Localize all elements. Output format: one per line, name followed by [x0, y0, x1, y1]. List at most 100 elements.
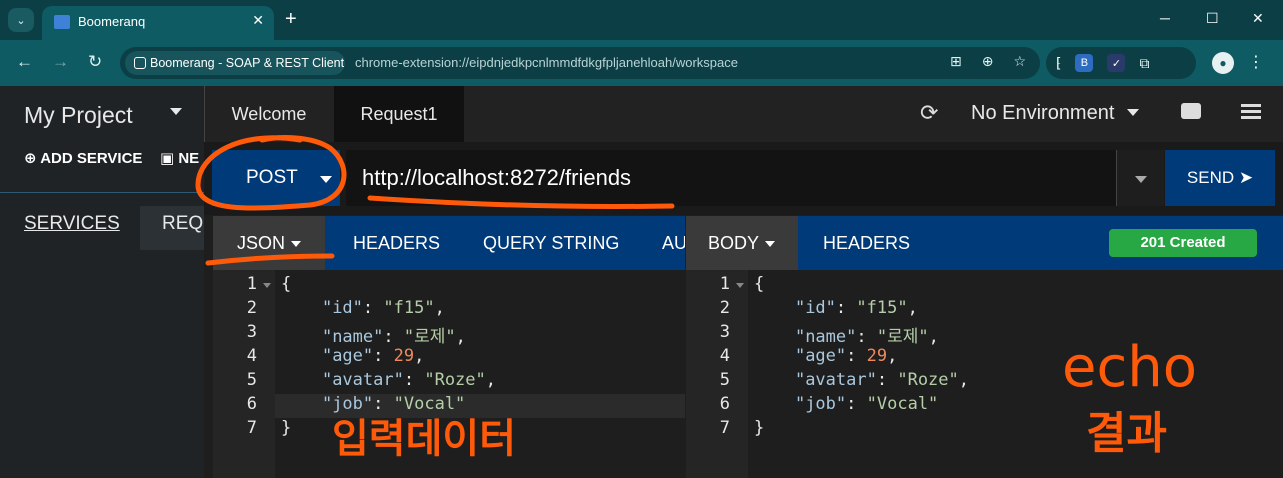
add-new-button[interactable]: ▣ NE [160, 149, 199, 167]
extension-icon [134, 57, 146, 69]
tab-services[interactable]: SERVICES [0, 206, 140, 250]
tab-auth[interactable]: AU [662, 216, 685, 270]
tab-close-icon[interactable]: ✕ [252, 12, 264, 29]
chevron-down-icon [1135, 176, 1147, 183]
forward-icon[interactable]: → [52, 52, 69, 72]
line-number: 7 [719, 418, 730, 438]
browser-menu-icon[interactable]: ⋮ [1248, 52, 1264, 72]
tab-favicon-icon [54, 15, 70, 29]
request-code-line: } [281, 418, 292, 438]
request-code-line: "job": "Vocal" [321, 394, 466, 414]
minimize-icon[interactable]: ─ [1160, 10, 1170, 26]
response-code-line: "avatar": "Roze", [794, 370, 970, 390]
line-number: 2 [246, 298, 257, 318]
chat-icon[interactable] [1181, 103, 1201, 119]
line-number: 1 [246, 274, 257, 294]
project-title[interactable]: My Project [24, 102, 133, 129]
environment-dropdown-icon[interactable] [1127, 109, 1139, 116]
response-code-line: "age": 29, [794, 346, 898, 366]
tab-requests[interactable]: REQU [140, 206, 204, 250]
tab-search-icon[interactable]: ⌄ [8, 8, 34, 32]
tab-request1[interactable]: Request1 [334, 86, 464, 142]
response-pane: BODY HEADERS 201 Created 1 2 3 4 5 6 7 {… [686, 216, 1283, 478]
fold-icon[interactable] [736, 283, 744, 288]
method-dropdown-icon [320, 176, 332, 183]
line-number: 3 [719, 322, 730, 342]
window-close-icon[interactable]: ✕ [1252, 10, 1264, 27]
fold-icon[interactable] [263, 283, 271, 288]
site-info-chip[interactable]: Boomerang - SOAP & REST Client [125, 51, 345, 75]
request-body-pane: JSON HEADERS QUERY STRING AU 1 2 3 4 5 6… [213, 216, 685, 478]
extensions-group: ⁅ B ✓ ⧉ [1046, 47, 1196, 79]
request-tabs-bar: Welcome Request1 ⟳ No Environment [204, 86, 1283, 142]
zoom-icon[interactable]: ⊕ [982, 53, 994, 70]
tab-request-headers[interactable]: HEADERS [353, 216, 440, 270]
request-line-gutter: 1 2 3 4 5 6 7 [213, 270, 275, 478]
url-history-button[interactable] [1116, 150, 1164, 206]
translate-icon[interactable]: ⊞ [950, 53, 962, 70]
extension-b-icon[interactable]: B [1075, 54, 1094, 72]
response-code-line: "job": "Vocal" [794, 394, 939, 414]
method-label: POST [246, 167, 298, 188]
bookmark-star-icon[interactable]: ☆ [1013, 53, 1026, 70]
request-code-line: "id": "f15", [321, 298, 445, 318]
request-code-line: { [281, 274, 292, 294]
line-number: 2 [719, 298, 730, 318]
plus-circle-icon: ⊕ [24, 150, 41, 167]
request-code-line: "age": 29, [321, 346, 425, 366]
add-service-label: ADD SERVICE [40, 150, 143, 167]
add-new-label: NE [178, 150, 200, 167]
line-number: 3 [246, 322, 257, 342]
tab-query-string[interactable]: QUERY STRING [483, 216, 619, 270]
app-window: ⌄ Boomeranq ✕ + ─ ☐ ✕ ← → ↻ Boomerang - … [0, 0, 1283, 478]
tab-welcome[interactable]: Welcome [205, 86, 333, 142]
tab-body[interactable]: BODY [686, 216, 798, 270]
response-code-line: "name": "로제", [794, 327, 939, 347]
method-select[interactable]: POST [212, 150, 340, 206]
url-input[interactable]: http://localhost:8272/friends [346, 150, 1116, 206]
project-dropdown-icon[interactable] [170, 108, 182, 115]
tab-body-label: BODY [708, 233, 760, 253]
add-service-button[interactable]: ⊕ ADD SERVICE [24, 149, 142, 167]
browser-tabstrip: ⌄ Boomeranq ✕ + ─ ☐ ✕ [0, 0, 1283, 40]
browser-tab[interactable]: Boomeranq ✕ [42, 6, 274, 40]
omnibox[interactable]: Boomerang - SOAP & REST Client chrome-ex… [120, 47, 1040, 79]
line-number: 6 [246, 394, 257, 414]
line-number: 5 [246, 370, 257, 390]
request-url-row: POST http://localhost:8272/friends SEND … [204, 142, 1283, 215]
extension-check-icon[interactable]: ✓ [1107, 54, 1126, 72]
line-number: 5 [719, 370, 730, 390]
tab-response-headers[interactable]: HEADERS [823, 216, 910, 270]
response-line-gutter: 1 2 3 4 5 6 7 [686, 270, 748, 478]
line-number: 1 [719, 274, 730, 294]
tab-title: Boomeranq [78, 14, 146, 29]
hamburger-menu-icon[interactable] [1241, 104, 1261, 122]
profile-avatar-icon[interactable]: ● [1212, 52, 1234, 74]
reload-icon[interactable]: ↻ [88, 52, 102, 72]
line-number: 6 [719, 394, 730, 414]
tab-json[interactable]: JSON [213, 216, 325, 270]
request-json-editor[interactable]: { "id": "f15", "name": "로제", "age": 29, … [275, 270, 685, 478]
chevron-down-icon [765, 241, 776, 248]
url-text[interactable]: chrome-extension://eipdnjedkpcnlmmdfdkgf… [355, 55, 738, 70]
environment-select[interactable]: No Environment [971, 102, 1114, 125]
refresh-icon[interactable]: ⟳ [920, 100, 938, 126]
response-tabs: BODY HEADERS 201 Created [686, 216, 1283, 270]
browser-toolbar: ← → ↻ Boomerang - SOAP & REST Client chr… [0, 40, 1283, 86]
line-number: 4 [246, 346, 257, 366]
response-json-viewer[interactable]: { "id": "f15", "name": "로제", "age": 29, … [748, 270, 1283, 478]
request-tabs: JSON HEADERS QUERY STRING AU [213, 216, 685, 270]
folder-plus-icon: ▣ [160, 150, 179, 167]
sidebar: My Project ⊕ ADD SERVICE ▣ NE SERVICES R… [0, 86, 204, 478]
tab-json-label: JSON [237, 233, 286, 253]
new-tab-icon[interactable]: + [285, 8, 297, 30]
extension-c-icon[interactable]: ⁅ [1056, 55, 1061, 72]
response-code-line: { [754, 274, 765, 294]
response-code-line: } [754, 418, 765, 438]
response-code-line: "id": "f15", [794, 298, 918, 318]
back-icon[interactable]: ← [16, 52, 33, 72]
maximize-icon[interactable]: ☐ [1206, 10, 1219, 27]
request-code-line: "avatar": "Roze", [321, 370, 497, 390]
send-button[interactable]: SEND ➤ [1165, 150, 1275, 206]
extensions-puzzle-icon[interactable]: ⧉ [1139, 55, 1149, 72]
